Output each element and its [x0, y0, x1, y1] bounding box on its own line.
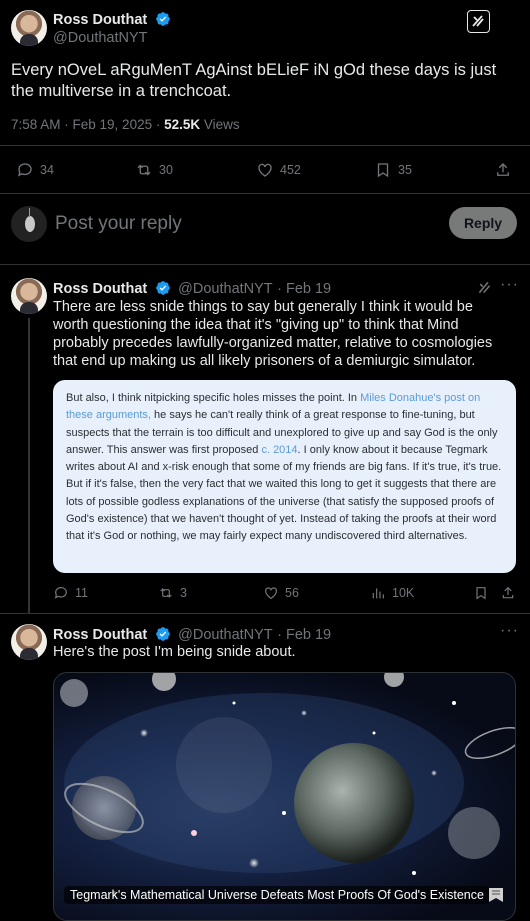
repost-count: 3 [180, 586, 187, 600]
author-handle[interactable]: @DouthatNYT [53, 30, 148, 46]
share-button[interactable] [500, 585, 516, 601]
reply-input[interactable]: Post your reply [55, 213, 182, 235]
author-handle[interactable]: @DouthatNYT [178, 281, 273, 297]
repost-button[interactable]: 30 [135, 161, 173, 179]
divider [0, 613, 530, 614]
quoted-excerpt[interactable]: But also, I think nitpicking specific ho… [53, 380, 516, 573]
verified-badge-icon [155, 627, 170, 641]
link-card[interactable]: Tegmark's Mathematical Universe Defeats … [53, 672, 516, 921]
divider [0, 193, 530, 194]
reply-icon [54, 587, 67, 599]
view-count: 10K [392, 586, 415, 600]
more-options-icon[interactable]: ··· [500, 622, 519, 640]
repost-count: 30 [159, 163, 173, 177]
bookmark-button[interactable] [473, 585, 489, 601]
bookmark-icon [377, 163, 389, 178]
verified-badge-icon [155, 281, 170, 295]
reply-submit-button[interactable]: Reply [449, 207, 517, 239]
tweet-text: Here's the post I'm being snide about. [53, 644, 296, 660]
avatar[interactable] [11, 10, 47, 46]
share-button[interactable] [494, 161, 512, 179]
repost-button[interactable]: 3 [158, 585, 187, 601]
author-name[interactable]: Ross Douthat [53, 281, 147, 297]
tweet-text: Every nOveL aRguMenT AgAinst bELieF iN g… [11, 61, 497, 100]
card-caption: Tegmark's Mathematical Universe Defeats … [64, 886, 490, 904]
thread-line [28, 318, 30, 613]
author-name[interactable]: Ross Douthat [53, 627, 147, 643]
grok-icon[interactable] [476, 279, 493, 296]
tweet-meta: 7:58 AM · Feb 19, 2025 · 52.5K Views [11, 117, 240, 132]
like-button[interactable]: 56 [263, 585, 299, 601]
like-count: 56 [285, 586, 299, 600]
author-name[interactable]: Ross Douthat [53, 12, 147, 28]
divider [0, 264, 530, 265]
avatar[interactable] [11, 624, 47, 660]
avatar[interactable] [11, 278, 47, 314]
heart-icon [265, 587, 277, 600]
view-count: 52.5K [164, 117, 201, 132]
verified-badge-icon [155, 12, 170, 26]
quote-link[interactable]: c. 2014 [261, 444, 297, 456]
reply-button[interactable]: 11 [53, 585, 88, 601]
bookmark-button[interactable]: 35 [374, 161, 412, 179]
like-count: 452 [280, 163, 301, 177]
share-icon [502, 586, 514, 599]
user-avatar[interactable] [11, 206, 47, 242]
views-button[interactable]: 10K [370, 585, 414, 601]
views-label: Views [200, 117, 240, 132]
reply-icon [17, 163, 32, 177]
repost-icon [160, 588, 172, 598]
repost-icon [137, 164, 151, 176]
post-date[interactable]: · Feb 19 [277, 627, 331, 643]
heart-icon [258, 163, 272, 177]
author-handle[interactable]: @DouthatNYT [178, 627, 273, 643]
bookmark-count: 35 [398, 163, 412, 177]
divider [0, 145, 530, 146]
more-options-icon[interactable]: ··· [500, 276, 519, 294]
timestamp[interactable]: 7:58 AM · Feb 19, 2025 · [11, 117, 164, 132]
post-date[interactable]: · Feb 19 [277, 281, 331, 297]
tweet-text: There are less snide things to say but g… [53, 299, 493, 369]
article-icon [489, 888, 503, 902]
space-image [60, 673, 515, 895]
reply-count: 34 [40, 163, 54, 177]
share-icon [497, 163, 509, 176]
bookmark-icon [476, 587, 486, 600]
reply-count: 11 [75, 586, 88, 600]
reply-button[interactable]: 34 [16, 161, 54, 179]
like-button[interactable]: 452 [256, 161, 301, 179]
analytics-icon [372, 588, 384, 599]
quote-text: But also, I think nitpicking specific ho… [66, 392, 361, 404]
quote-text: . I only know about it because Tegmark w… [66, 443, 502, 543]
grok-icon[interactable] [467, 10, 490, 33]
